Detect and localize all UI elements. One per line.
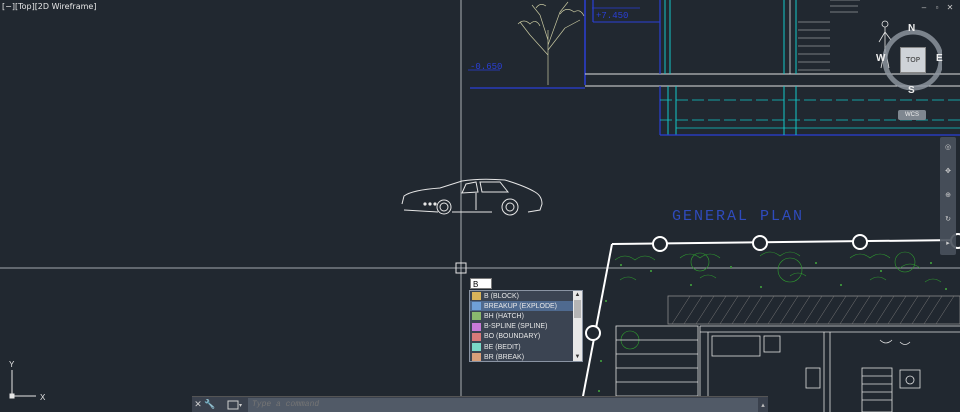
paving-strip (667, 295, 960, 325)
paving-hatch (671, 295, 955, 325)
recent-commands-icon[interactable] (226, 399, 244, 410)
break-icon (472, 353, 481, 362)
compass-north[interactable]: N (908, 23, 915, 34)
autocomplete-item-label: B-SPLINE (SPLINE) (484, 323, 548, 331)
autocomplete-item-label: BREAKUP (EXPLODE) (484, 302, 558, 310)
model-viewport[interactable]: +7.450 -0.650 GENERAL PLAN Y X [−][Top][… (0, 0, 960, 412)
autocomplete-item-label: BH (HATCH) (484, 312, 524, 320)
car-headlights (423, 202, 437, 206)
autocomplete-item-label: BO (BOUNDARY) (484, 333, 541, 341)
autocomplete-item[interactable]: BO (BOUNDARY) (470, 332, 574, 342)
autocomplete-item-label: B (BLOCK) (484, 292, 520, 300)
navigation-bar[interactable]: ◎ ✥ ⊕ ↻ ▸ (940, 137, 956, 255)
compass-south[interactable]: S (908, 85, 915, 96)
scroll-thumb[interactable] (574, 300, 581, 318)
autocomplete-item[interactable]: BREAKUP (EXPLODE) (470, 301, 574, 312)
wcs-menu[interactable]: WCS (898, 110, 926, 120)
compass-west[interactable]: W (876, 53, 885, 64)
ucs-icon (9, 370, 36, 399)
command-line-bar: ✕ 🔧 ▴ (192, 396, 768, 412)
autocomplete-item[interactable]: B (BLOCK) (470, 291, 574, 301)
customize-wrench-icon[interactable]: 🔧 (204, 398, 216, 411)
plan-title: GENERAL PLAN (672, 208, 804, 225)
boundary-icon (472, 332, 481, 341)
command-autocomplete-list[interactable]: B (BLOCK) BREAKUP (EXPLODE) BH (HATCH) B-SP… (469, 290, 583, 362)
autocomplete-item[interactable]: BR (BREAK) (470, 352, 574, 362)
autocomplete-item-label: BE (BEDIT) (484, 343, 521, 351)
ucs-y-label: Y (9, 360, 15, 369)
command-input[interactable] (248, 397, 758, 412)
green-speckle (598, 262, 947, 392)
steering-wheel-icon[interactable]: ◎ (943, 143, 953, 153)
block-icon (472, 292, 481, 301)
spline-icon (472, 322, 481, 331)
viewport-window-controls: – ▫ ✕ (920, 3, 954, 12)
hatch-icon (472, 312, 481, 321)
scroll-down-icon[interactable]: ▼ (573, 353, 582, 361)
pan-icon[interactable]: ✥ (943, 167, 953, 177)
scroll-up-icon[interactable]: ▲ (573, 291, 582, 299)
autocomplete-item[interactable]: B-SPLINE (SPLINE) (470, 322, 574, 332)
zoom-extents-icon[interactable]: ⊕ (943, 191, 953, 201)
ucs-x-label: X (40, 393, 46, 402)
close-icon[interactable]: ✕ (192, 398, 204, 411)
landscape-hatch (614, 251, 942, 350)
autocomplete-scrollbar[interactable]: ▲ ▼ (573, 291, 582, 361)
autocomplete-item[interactable]: BE (BEDIT) (470, 342, 574, 352)
elevation-label-2: -0.650 (470, 62, 502, 72)
compass-east[interactable]: E (936, 53, 943, 64)
minimize-icon[interactable]: – (920, 3, 928, 12)
autocomplete-item-label: BR (BREAK) (484, 353, 525, 361)
restore-icon[interactable]: ▫ (933, 3, 941, 12)
close-icon[interactable]: ✕ (946, 3, 954, 12)
explode-icon (472, 302, 481, 311)
showmotion-icon[interactable]: ▸ (943, 239, 953, 249)
dynamic-input-field[interactable]: B (470, 278, 492, 289)
viewport-label[interactable]: [−][Top][2D Wireframe] (2, 2, 96, 11)
elevation-label-1: +7.450 (596, 11, 628, 21)
orbit-icon[interactable]: ↻ (943, 215, 953, 225)
expand-history-icon[interactable]: ▴ (758, 398, 768, 411)
viewcube[interactable]: TOP N S E W (876, 23, 943, 96)
car-symbol (401, 178, 543, 216)
viewcube-top-face[interactable]: TOP (900, 47, 926, 73)
bedit-icon (472, 343, 481, 352)
autocomplete-item[interactable]: BH (HATCH) (470, 311, 574, 321)
tree-symbol (517, 1, 585, 85)
